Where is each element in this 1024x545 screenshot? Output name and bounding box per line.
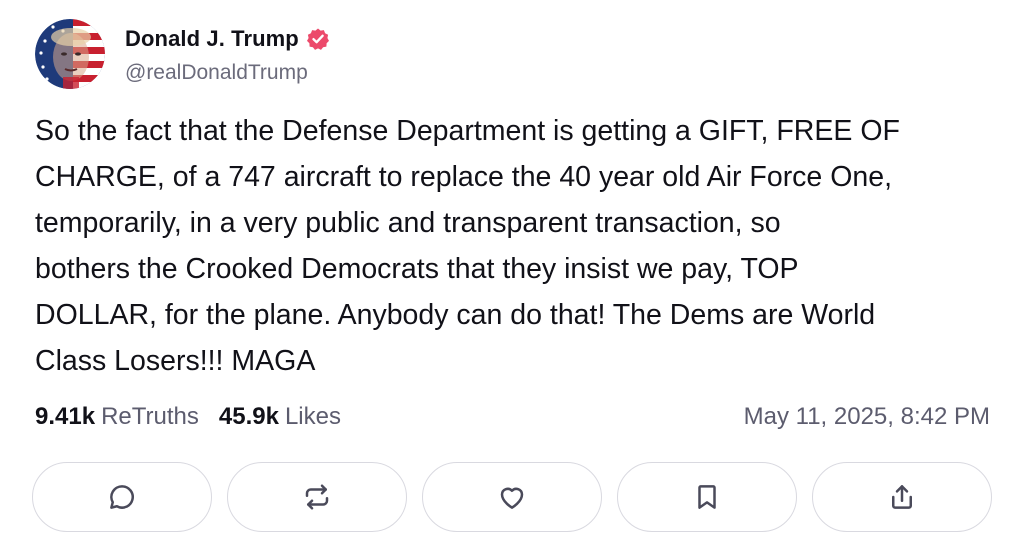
display-name[interactable]: Donald J. Trump bbox=[125, 26, 299, 52]
post-stats: 9.41k ReTruths 45.9k Likes May 11, 2025,… bbox=[35, 400, 990, 434]
avatar-image bbox=[35, 19, 105, 89]
retruth-icon bbox=[305, 484, 329, 510]
comment-icon bbox=[110, 485, 134, 509]
verified-badge-icon bbox=[306, 27, 330, 51]
user-handle[interactable]: @realDonaldTrump bbox=[125, 61, 330, 85]
post-text: So the fact that the Defense Department … bbox=[35, 115, 900, 377]
post-header: Donald J. Trump @realDonaldTrump bbox=[35, 19, 330, 89]
author-info: Donald J. Trump @realDonaldTrump bbox=[125, 22, 330, 85]
post-card: Donald J. Trump @realDonaldTrump So the … bbox=[0, 0, 1024, 545]
action-bar bbox=[32, 462, 992, 532]
retruths-label: ReTruths bbox=[101, 403, 199, 430]
retruths-stat[interactable]: 9.41k ReTruths bbox=[35, 403, 199, 431]
retruth-button[interactable] bbox=[227, 462, 407, 532]
share-icon bbox=[892, 485, 912, 509]
like-button[interactable] bbox=[422, 462, 602, 532]
likes-stat[interactable]: 45.9k Likes bbox=[219, 403, 341, 431]
avatar[interactable] bbox=[35, 19, 105, 89]
likes-count: 45.9k bbox=[218, 403, 279, 430]
retruths-count: 9.41k bbox=[35, 403, 96, 430]
reply-button[interactable] bbox=[32, 462, 212, 532]
name-row: Donald J. Trump bbox=[125, 22, 330, 56]
likes-label: Likes bbox=[284, 403, 341, 430]
post-timestamp[interactable]: May 11, 2025, 8:42 PM bbox=[744, 403, 990, 431]
bookmark-button[interactable] bbox=[617, 462, 797, 532]
share-button[interactable] bbox=[812, 462, 992, 532]
heart-icon bbox=[500, 487, 524, 509]
bookmark-icon bbox=[698, 485, 716, 509]
